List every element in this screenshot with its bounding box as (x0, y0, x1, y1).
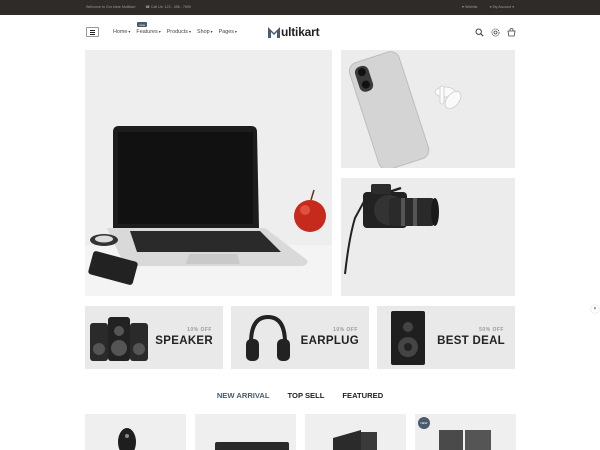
phone-image (341, 50, 515, 168)
headphones-icon (246, 314, 290, 361)
product-image (215, 442, 289, 450)
top-bar-left: Welcome to Our store Multikart ☎ Call Us… (86, 5, 191, 9)
settings-icon[interactable] (490, 27, 500, 37)
nav-products[interactable]: Products▾ (167, 29, 191, 35)
speaker-icon (90, 317, 148, 361)
hero-banner-camera[interactable] (341, 178, 515, 296)
nav-features[interactable]: new Features▾ (136, 22, 161, 35)
new-badge: NEW (418, 417, 430, 429)
nav-pages[interactable]: Pages▾ (219, 29, 237, 35)
new-badge: new (137, 22, 147, 27)
nav-features-label: Features (136, 29, 158, 35)
logo-text: ultikart (281, 25, 320, 39)
tab-featured[interactable]: FEATURED (342, 391, 383, 400)
header-icons (474, 27, 516, 37)
chevron-down-icon: ▾ (188, 29, 191, 34)
close-icon[interactable]: × (591, 305, 599, 313)
product-image (439, 430, 491, 450)
bookshelf-speaker-icon (391, 311, 425, 365)
my-account-label: My Account (492, 5, 512, 9)
camera-image (341, 178, 515, 296)
header: Home▾ new Features▾ Products▾ Shop▾ Pages… (0, 15, 600, 50)
promo-banner-best-deal[interactable]: 50% OFF BEST DEAL (377, 306, 515, 369)
hamburger-menu-button[interactable] (86, 27, 99, 37)
banner-discount: 50% OFF (479, 327, 504, 333)
product-tabs: NEW ARRIVAL TOP SELL FEATURED (0, 391, 600, 400)
banner-title: BEST DEAL (437, 335, 505, 347)
chevron-down-icon: ▾ (210, 29, 213, 34)
wishlist-link[interactable]: ♥ Wishlist (462, 5, 478, 9)
chevron-down-icon: ▾ (158, 29, 161, 34)
tab-top-sell[interactable]: TOP SELL (288, 391, 325, 400)
nav-pages-label: Pages (218, 29, 234, 35)
logo-m-mark (268, 26, 280, 38)
nav-home-label: Home (113, 29, 128, 35)
product-card[interactable] (85, 414, 186, 450)
my-account-link[interactable]: ● My Account ▾ (489, 5, 514, 9)
close-glyph: × (593, 306, 597, 312)
nav-products-label: Products (166, 29, 188, 35)
promo-banner-speaker[interactable]: 10% OFF SPEAKER (85, 306, 223, 369)
wishlist-label: Wishlist (465, 5, 478, 9)
nav-shop[interactable]: Shop▾ (197, 29, 213, 35)
product-image (118, 428, 136, 450)
phone-text: ☎ Call Us: 123 - 456 - 7890 (145, 5, 191, 9)
welcome-text: Welcome to Our store Multikart (86, 5, 136, 9)
promo-banner-earplug[interactable]: 10% OFF EARPLUG (231, 306, 369, 369)
nav-shop-label: Shop (197, 29, 210, 35)
logo[interactable]: ultikart (268, 25, 320, 39)
cart-icon[interactable] (506, 27, 516, 37)
top-bar-right: ♥ Wishlist ● My Account ▾ (462, 5, 514, 9)
laptop-image (85, 50, 332, 296)
tab-new-arrival[interactable]: NEW ARRIVAL (217, 391, 270, 400)
product-card[interactable]: NEW (415, 414, 516, 450)
chevron-down-icon: ▾ (128, 29, 131, 34)
chevron-down-icon: ▾ (234, 29, 237, 34)
product-card[interactable] (195, 414, 296, 450)
banner-discount: 10% OFF (333, 327, 358, 333)
banner-title: EARPLUG (300, 335, 359, 347)
product-card[interactable] (305, 414, 406, 450)
top-bar: Welcome to Our store Multikart ☎ Call Us… (0, 0, 600, 15)
product-image (333, 430, 377, 450)
hero-banner-phone[interactable] (341, 50, 515, 168)
banner-title: SPEAKER (155, 335, 213, 347)
phone-number: Call Us: 123 - 456 - 7890 (150, 5, 191, 9)
hero-banner-laptop[interactable] (85, 50, 332, 296)
search-icon[interactable] (474, 27, 484, 37)
nav-home[interactable]: Home▾ (113, 29, 130, 35)
banner-discount: 10% OFF (187, 327, 212, 333)
main-nav: Home▾ new Features▾ Products▾ Shop▾ Pages… (113, 22, 237, 35)
chevron-down-icon: ▾ (512, 5, 514, 9)
